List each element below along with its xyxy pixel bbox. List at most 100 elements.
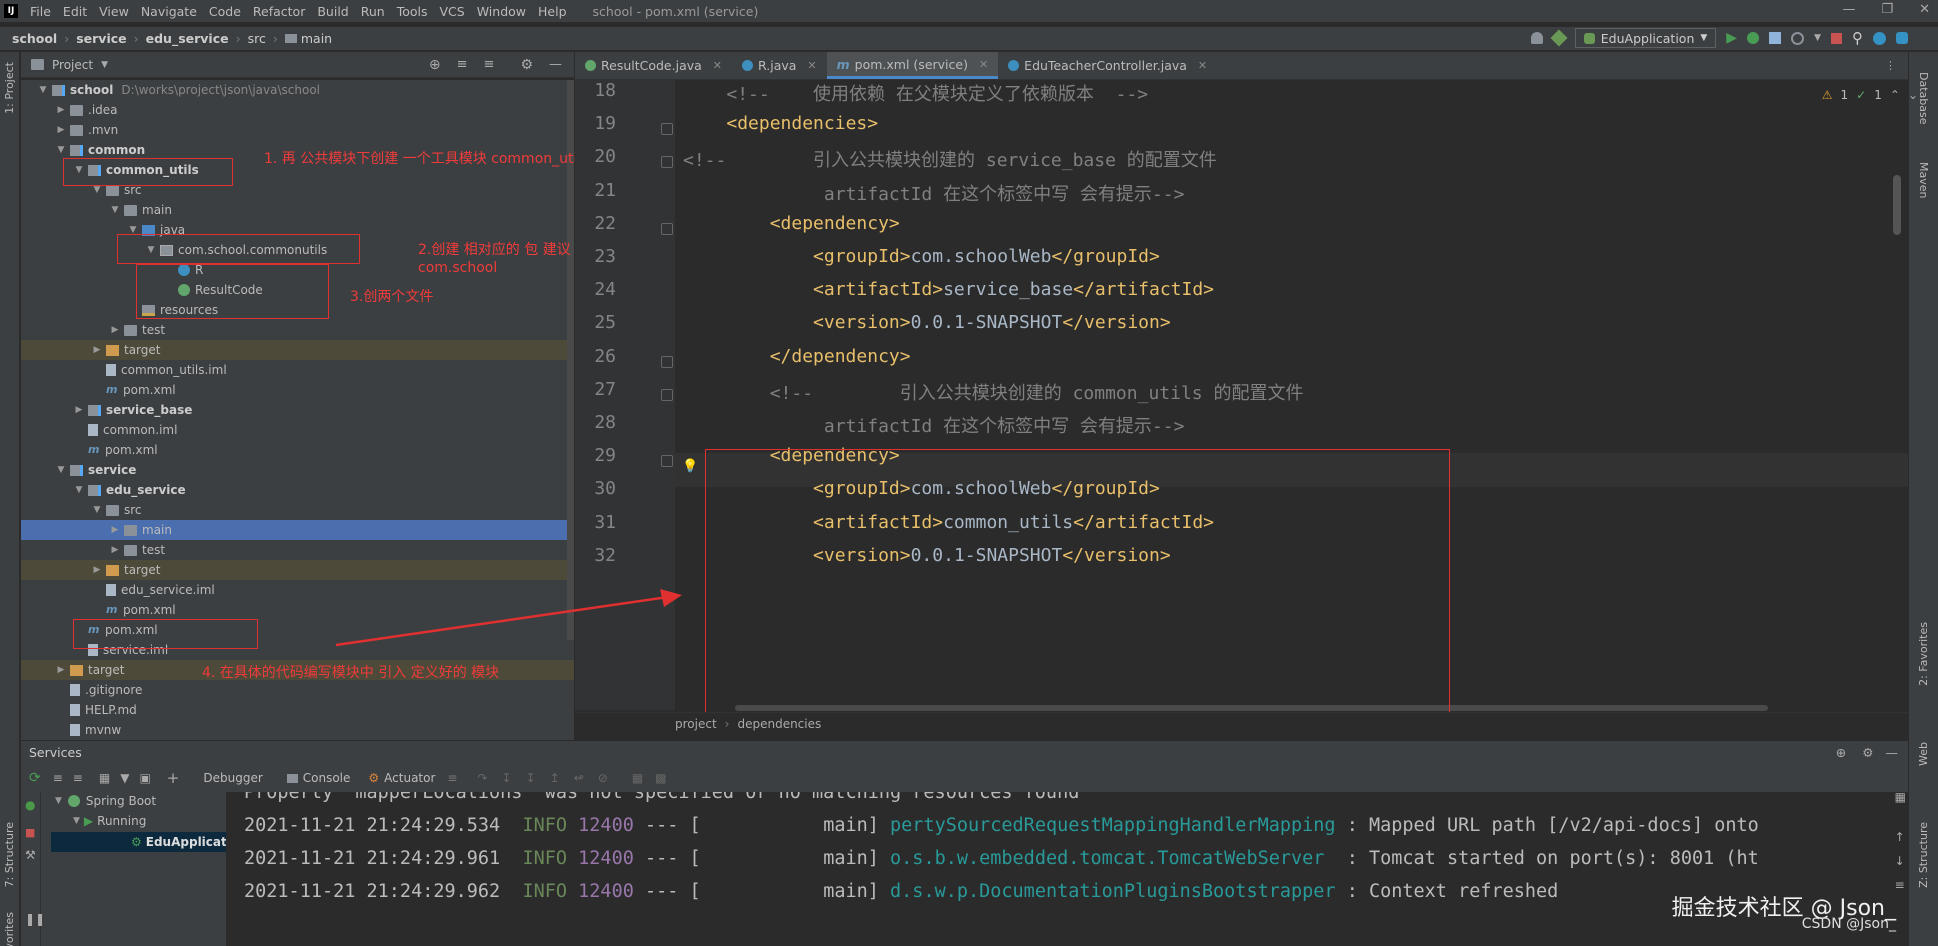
stop-service-icon[interactable]: ■ (25, 826, 35, 839)
tree-spring-boot[interactable]: ▼ Spring Boot (55, 794, 156, 808)
code-line[interactable]: <!-- 引入公共模块创建的 service_base 的配置文件 (683, 146, 1217, 172)
tree-row-help-md[interactable]: HELP.md (21, 700, 574, 720)
fold-marker-icon[interactable] (661, 388, 673, 401)
editor-vertical-scrollbar[interactable] (1893, 175, 1901, 235)
gear-icon[interactable]: ⚙ (520, 57, 533, 73)
tree-running[interactable]: ▼ ▶ Running (73, 814, 146, 828)
structure-tool-button[interactable]: 7: Structure (3, 822, 16, 887)
rerun-icon[interactable]: ⟳ (29, 770, 41, 786)
code-line[interactable]: <artifactId>service_base</artifactId> (683, 279, 1214, 300)
tree-row-service-base[interactable]: ▶ service_base (21, 400, 574, 420)
crumb-edu-service[interactable]: edu_service (146, 31, 229, 46)
editor-crumb-project[interactable]: project (675, 717, 717, 731)
locate-file-icon[interactable]: ⊕ (429, 57, 441, 73)
search-icon[interactable]: ⚲ (1852, 29, 1863, 47)
chevron-up-icon[interactable]: ⌃ (1890, 88, 1900, 102)
frames-icons[interactable]: ▦▩ (632, 771, 679, 785)
tree-row-test[interactable]: ▶ test (21, 320, 574, 340)
project-tool-button[interactable]: 1: Project (3, 62, 16, 114)
tree-row-target[interactable]: ▶ target (21, 560, 574, 580)
code-line[interactable]: </dependency> (683, 346, 911, 367)
services-gear-icon[interactable]: ⚙ (1862, 745, 1873, 760)
inspection-widget[interactable]: ⚠ 1 ✓ 1 ⌃ ⌄ (1822, 88, 1918, 102)
code-line[interactable]: <dependency> (683, 213, 900, 234)
collapse-icon[interactable]: ≡ (73, 771, 83, 785)
code-line[interactable]: <dependencies> (683, 113, 878, 134)
crumb-service[interactable]: service (76, 31, 126, 46)
new-tab-icon[interactable]: ▣ (139, 771, 150, 785)
fold-marker-icon[interactable] (661, 156, 673, 169)
tree-row-edu-service[interactable]: ▼ edu_service (21, 480, 574, 500)
fold-marker-icon[interactable] (661, 222, 673, 235)
tree-row-target[interactable]: ▶ target (21, 340, 574, 360)
filter-icon[interactable]: ▼ (120, 771, 129, 785)
code-line[interactable]: <version>0.0.1-SNAPSHOT</version> (683, 312, 1171, 333)
console-output[interactable]: Property `mapperLocations` was not speci… (226, 792, 1876, 946)
crumb-main[interactable]: main (301, 31, 332, 46)
update-icon[interactable] (1873, 31, 1886, 45)
tab-debugger[interactable]: Debugger (203, 771, 262, 785)
close-icon[interactable]: ✕ (1919, 2, 1930, 17)
services-add-icon[interactable]: ⊕ (1836, 745, 1846, 760)
tree-eduapplication[interactable]: ⚙ EduApplication (51, 832, 248, 852)
profile-icon[interactable] (1791, 31, 1805, 45)
user-icon[interactable] (1530, 32, 1543, 44)
menu-code[interactable]: Code (203, 4, 247, 19)
debug-icon[interactable] (1747, 32, 1760, 44)
editor-crumb-dependencies[interactable]: dependencies (737, 717, 821, 731)
coverage-icon[interactable] (1769, 32, 1782, 44)
code-line[interactable]: <!-- 使用依赖 在父模块定义了依赖版本 --> (683, 80, 1148, 106)
run-icon[interactable]: ▶ (1726, 30, 1737, 46)
menu-help[interactable]: Help (532, 4, 573, 19)
scroll-up-icon[interactable]: ↑ (1895, 830, 1906, 844)
add-service-icon[interactable]: + (167, 769, 180, 787)
project-view-chevron-icon[interactable]: ▼ (101, 60, 108, 70)
tabs-more-icon[interactable]: ⋮ (1885, 59, 1896, 72)
tree-row-gitignore[interactable]: .gitignore (21, 680, 574, 700)
hammer-build-icon[interactable] (1550, 29, 1568, 47)
tree-row-idea[interactable]: ▶ .idea (21, 100, 574, 120)
plugin-icon[interactable] (1896, 32, 1908, 44)
console-menu-icon[interactable]: ≡ (447, 771, 457, 785)
menu-edit[interactable]: Edit (57, 4, 93, 19)
more-run-chevron-icon[interactable]: ▼ (1814, 33, 1821, 43)
tree-row-common-utils-iml[interactable]: common_utils.iml (21, 360, 574, 380)
services-hide-icon[interactable]: — (1886, 745, 1899, 760)
stop-icon[interactable] (1831, 32, 1842, 44)
step-icons[interactable]: ↷↧↧↥↫⊘ (477, 771, 621, 785)
tab-r-java[interactable]: R.java ✕ (732, 52, 827, 79)
run-configuration-select[interactable]: EduApplication ▼ (1574, 28, 1717, 48)
menu-view[interactable]: View (93, 4, 135, 19)
tree-row-test[interactable]: ▶ test (21, 540, 574, 560)
menu-navigate[interactable]: Navigate (135, 4, 203, 19)
tree-row-mvn[interactable]: ▶ .mvn (21, 120, 574, 140)
expand-icon[interactable]: ≡ (53, 771, 63, 785)
tree-row-main-selected[interactable]: ▶ main (21, 520, 574, 540)
group-icon[interactable]: ▦ (99, 771, 110, 785)
tree-row-pom[interactable]: m pom.xml (21, 380, 574, 400)
pause-icon[interactable]: ❚❚ (25, 912, 45, 926)
menu-window[interactable]: Window (471, 4, 532, 19)
crumb-src[interactable]: src (248, 31, 266, 46)
fold-marker-icon[interactable] (661, 355, 673, 368)
wrench-icon[interactable]: ⚒ (25, 848, 36, 862)
tab-actuator[interactable]: Actuator (384, 771, 435, 785)
structure-right-button[interactable]: Z: Structure (1917, 822, 1930, 888)
crumb-school[interactable]: school (12, 31, 57, 46)
fold-marker-icon[interactable] (661, 123, 673, 136)
code-line[interactable]: <groupId>com.schoolWeb</groupId> (683, 246, 1160, 267)
tab-console[interactable]: Console (303, 771, 351, 785)
debug-bug-icon[interactable]: ● (25, 798, 35, 812)
tab-pom-service[interactable]: m pom.xml (service) ✕ (826, 52, 999, 79)
restore-icon[interactable]: ❐ (1881, 2, 1893, 17)
web-tool-button[interactable]: Web (1917, 742, 1930, 766)
maven-tool-button[interactable]: Maven (1917, 162, 1930, 198)
tree-row-school[interactable]: ▼ school D:\works\project\json\java\school (21, 80, 574, 100)
hide-panel-icon[interactable]: — (549, 57, 562, 72)
tree-row-pom[interactable]: m pom.xml (21, 440, 574, 460)
tree-row-common-iml[interactable]: common.iml (21, 420, 574, 440)
soft-wrap-icon[interactable]: ≡ (1895, 878, 1906, 892)
tree-row-service[interactable]: ▼ service (21, 460, 574, 480)
tree-row-mvnw[interactable]: mvnw (21, 720, 574, 740)
minimize-icon[interactable]: — (1842, 2, 1855, 17)
